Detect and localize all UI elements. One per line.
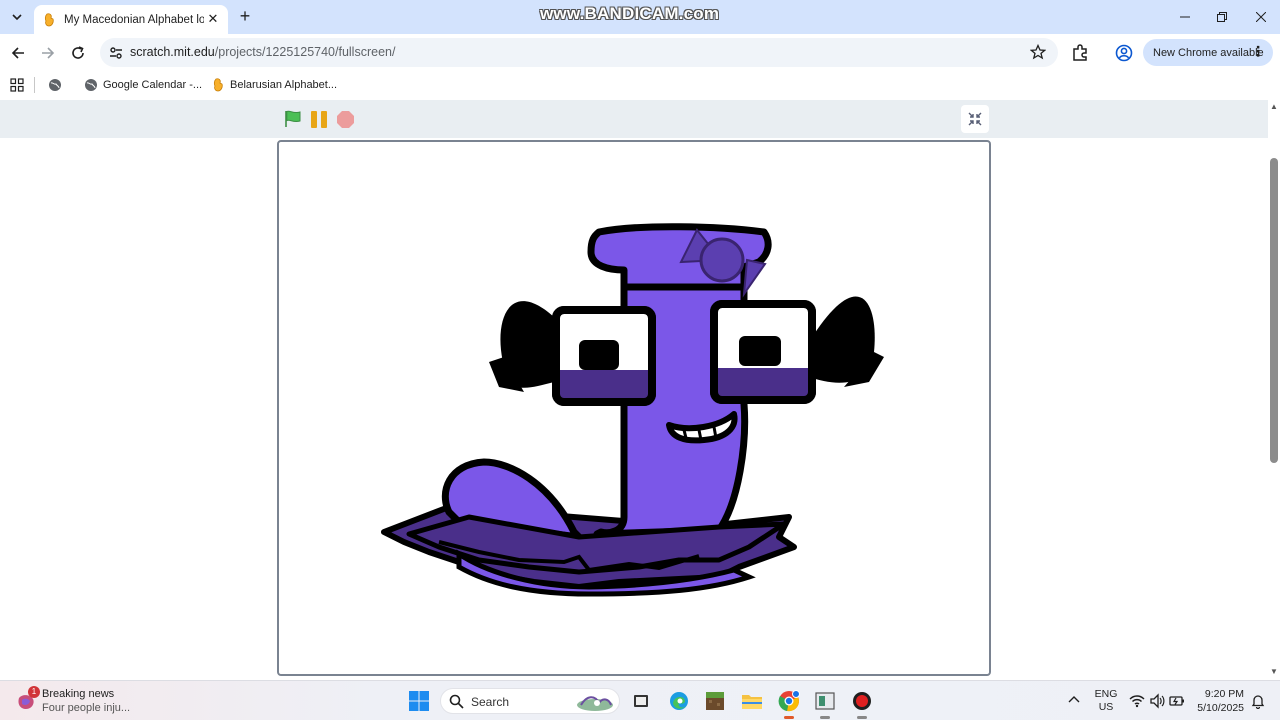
browser-tab-active[interactable]: My Macedonian Alphabet lore ✕ — [34, 5, 228, 34]
active-indicator — [784, 716, 794, 719]
volume-icon[interactable] — [1149, 693, 1165, 709]
scratch-fullscreen-page — [0, 100, 1268, 680]
bookmark-label: Belarusian Alphabet... — [230, 79, 338, 91]
tab-title: My Macedonian Alphabet lore — [64, 13, 204, 26]
back-button[interactable] — [8, 43, 28, 63]
search-label: Search — [471, 695, 510, 709]
edge-browser-icon — [670, 692, 688, 710]
url-host: scratch.mit.edu — [130, 45, 215, 59]
new-tab-button[interactable]: + — [236, 7, 254, 26]
tab-strip: My Macedonian Alphabet lore ✕ + www.BAND… — [0, 0, 1280, 34]
taskbar-chrome[interactable] — [777, 689, 801, 719]
browser-toolbar: scratch.mit.edu/projects/1225125740/full… — [0, 34, 1280, 72]
language-code: ENG — [1094, 688, 1118, 700]
tab-close-icon[interactable]: ✕ — [206, 12, 220, 26]
scrollbar-thumb[interactable] — [1270, 158, 1278, 463]
clock-date: 5/10/2025 — [1197, 702, 1244, 714]
url-path: /projects/1225125740/fullscreen/ — [214, 45, 396, 59]
arrow-right-icon — [42, 47, 55, 59]
letter-character-sprite — [381, 223, 884, 597]
profile-avatar-icon[interactable] — [1114, 43, 1134, 63]
apps-grid-icon — [10, 78, 24, 92]
system-clock[interactable]: 9:20 PM 5/10/2025 — [1192, 687, 1244, 715]
url-text: scratch.mit.edu/projects/1225125740/full… — [130, 45, 395, 59]
chevron-up-icon[interactable] — [1067, 693, 1081, 707]
new-chrome-available-button[interactable]: New Chrome available ⋮ — [1143, 39, 1273, 66]
wifi-icon[interactable] — [1129, 693, 1145, 709]
green-flag-icon[interactable] — [284, 110, 302, 128]
region-code: US — [1098, 701, 1114, 713]
bookmark-globe[interactable] — [48, 76, 62, 94]
news-widget[interactable]: 1 Breaking news Four people inju... — [14, 686, 184, 716]
stop-icon[interactable] — [337, 111, 354, 128]
news-badge: 1 — [28, 686, 40, 698]
notification-bell-icon[interactable] — [1250, 693, 1266, 709]
apps-grid-button[interactable] — [10, 76, 24, 94]
scratch-favicon-icon — [213, 78, 223, 92]
bookmark-star-icon[interactable] — [1030, 44, 1046, 60]
globe-icon — [85, 79, 97, 91]
language-indicator[interactable]: ENG US — [1094, 688, 1118, 714]
tab-search-button[interactable] — [6, 6, 28, 28]
scroll-down-icon[interactable]: ▼ — [1270, 668, 1278, 676]
minimize-button[interactable] — [1176, 8, 1194, 26]
bookmark-belarusian-alphabet[interactable]: Belarusian Alphabet... — [213, 76, 337, 94]
address-bar[interactable]: scratch.mit.edu/projects/1225125740/full… — [100, 38, 1058, 67]
reload-icon — [72, 46, 84, 59]
app-window-icon — [815, 692, 835, 710]
minimize-icon — [1180, 16, 1190, 18]
site-settings-icon — [110, 47, 122, 59]
close-window-button[interactable] — [1252, 8, 1270, 26]
battery-icon[interactable] — [1169, 693, 1185, 709]
restore-button[interactable] — [1213, 8, 1231, 26]
windows-taskbar: 1 Breaking news Four people inju... Sear… — [0, 680, 1280, 720]
folder-icon — [742, 695, 762, 709]
news-title: Breaking news — [42, 688, 115, 700]
running-indicator — [820, 716, 830, 719]
scroll-up-icon[interactable]: ▲ — [1270, 103, 1278, 111]
search-icon — [449, 694, 464, 709]
clock-time: 9:20 PM — [1204, 688, 1244, 700]
taskbar-search[interactable]: Search — [440, 688, 620, 714]
exit-fullscreen-button[interactable] — [961, 105, 989, 133]
chrome-icon — [778, 690, 800, 712]
globe-icon — [49, 79, 61, 91]
scratch-stage[interactable] — [277, 140, 991, 676]
extensions-puzzle-icon[interactable] — [1070, 43, 1090, 63]
player-controls-bar — [0, 100, 1268, 138]
pause-icon[interactable] — [310, 111, 328, 128]
menu-dots-icon[interactable]: ⋮ — [1251, 44, 1265, 58]
bookmarks-bar: Google Calendar -... Belarusian Alphabet… — [0, 72, 1280, 98]
forward-button[interactable] — [38, 43, 58, 63]
record-icon — [853, 692, 871, 710]
page-scrollbar[interactable]: ▲ ▼ — [1268, 100, 1280, 680]
close-icon — [1256, 12, 1266, 22]
arrow-left-icon — [11, 47, 24, 59]
new-chrome-label: New Chrome available — [1153, 46, 1264, 59]
taskbar-minecraft[interactable] — [703, 689, 727, 713]
task-view-icon — [634, 695, 648, 707]
scratch-favicon-icon — [44, 12, 54, 26]
search-highlight-icon — [577, 696, 613, 711]
taskbar-app-window[interactable] — [813, 689, 837, 719]
taskbar-task-view[interactable] — [629, 689, 653, 713]
taskbar-edge[interactable] — [667, 689, 691, 713]
bandicam-watermark: www.BANDICAM.com — [540, 4, 720, 23]
taskbar-file-explorer[interactable] — [740, 689, 764, 713]
bookmark-divider — [34, 77, 35, 93]
restore-icon — [1217, 12, 1227, 22]
exit-fullscreen-icon — [968, 112, 982, 126]
taskbar-bandicam[interactable] — [850, 689, 874, 719]
chevron-down-icon — [12, 14, 22, 21]
bookmark-google-calendar[interactable]: Google Calendar -... — [84, 76, 202, 94]
reload-button[interactable] — [68, 43, 88, 63]
bookmark-label: Google Calendar -... — [103, 79, 203, 91]
minecraft-icon — [706, 692, 724, 710]
running-indicator — [857, 716, 867, 719]
news-subtitle: Four people inju... — [42, 702, 131, 714]
windows-start-icon[interactable] — [408, 690, 430, 712]
